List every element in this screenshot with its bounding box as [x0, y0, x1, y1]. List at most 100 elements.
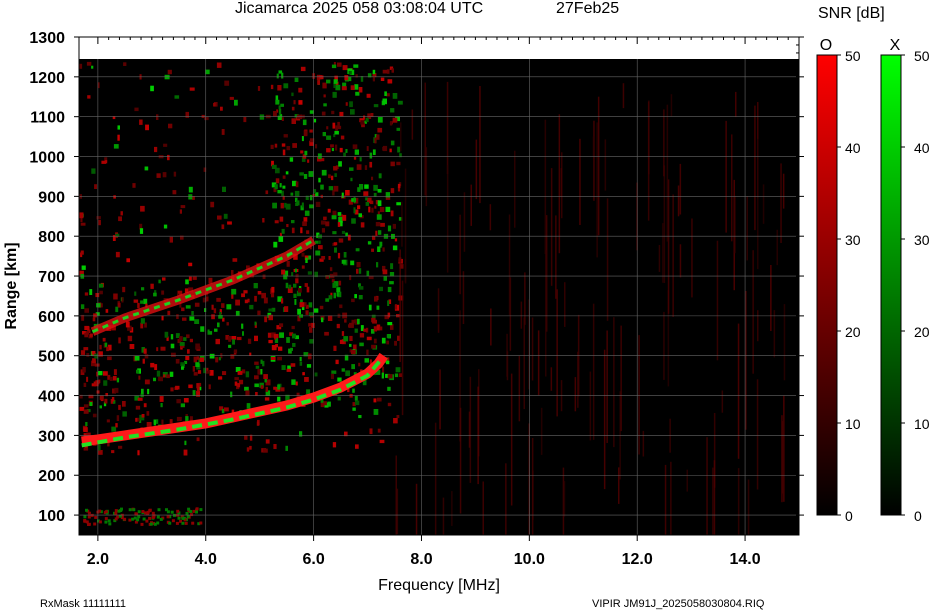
snr-pixel [359, 157, 362, 162]
snr-pixel [307, 353, 312, 360]
snr-pixel [355, 400, 360, 406]
snr-pixel [255, 392, 258, 396]
snr-pixel [246, 447, 250, 452]
noise-streak [475, 139, 478, 200]
colorbar-o-tick-label: 10 [845, 416, 861, 432]
snr-pixel [302, 221, 307, 226]
snr-pixel [333, 166, 338, 171]
noise-streak [550, 168, 553, 286]
snr-pixel [293, 293, 297, 298]
snr-pixel [372, 149, 376, 155]
snr-pixel [142, 358, 145, 364]
snr-pixel [170, 334, 174, 340]
snr-pixel [114, 509, 118, 513]
snr-pixel [128, 518, 132, 522]
noise-streak [560, 168, 563, 197]
snr-pixel [358, 87, 363, 93]
snr-pixel [117, 134, 120, 141]
snr-pixel [140, 300, 144, 304]
snr-pixel [113, 369, 117, 376]
snr-pixel [352, 388, 355, 393]
snr-pixel [85, 508, 88, 512]
noise-streak [731, 134, 733, 242]
snr-pixel [237, 371, 243, 375]
snr-pixel [164, 331, 169, 338]
snr-pixel [195, 362, 200, 367]
snr-pixel [108, 522, 112, 526]
snr-pixel [387, 300, 390, 306]
snr-pixel [98, 444, 101, 451]
noise-streak [754, 105, 756, 231]
snr-pixel [143, 298, 148, 305]
noise-streak [556, 289, 558, 417]
snr-pixel [348, 76, 352, 82]
snr-pixel [277, 396, 281, 402]
snr-pixel [298, 87, 303, 93]
snr-pixel [92, 413, 97, 418]
snr-pixel [176, 399, 181, 404]
noise-streak [537, 330, 540, 396]
snr-pixel [114, 387, 119, 393]
snr-pixel [333, 292, 336, 299]
snr-pixel [141, 414, 145, 418]
snr-pixel [112, 376, 117, 381]
snr-pixel [298, 288, 302, 293]
snr-pixel [277, 190, 282, 194]
snr-pixel [335, 84, 341, 91]
snr-pixel [355, 91, 360, 96]
snr-pixel [387, 322, 393, 326]
noise-streak [451, 491, 453, 526]
snr-pixel [191, 311, 194, 316]
snr-pixel [281, 228, 285, 234]
noise-streak [489, 204, 492, 231]
snr-pixel [231, 336, 237, 340]
snr-pixel [297, 308, 301, 315]
snr-pixel [125, 321, 130, 328]
noise-streak [752, 250, 754, 374]
snr-pixel [83, 447, 89, 451]
snr-pixel [323, 103, 327, 107]
snr-pixel [144, 379, 150, 385]
snr-pixel [278, 108, 282, 115]
noise-streak [666, 104, 669, 242]
snr-pixel [367, 241, 372, 245]
snr-pixel [116, 377, 120, 383]
snr-pixel [366, 349, 369, 356]
snr-pixel [87, 523, 90, 526]
noise-streak [663, 109, 665, 177]
y-tick-labels: 100 200 300 400 500 600 700 800 900 1000 1100 1200 1… [29, 30, 65, 525]
snr-pixel [330, 373, 334, 380]
noise-streak [713, 460, 716, 535]
snr-pixel [379, 286, 383, 292]
snr-pixel [183, 337, 187, 341]
snr-pixel [324, 331, 329, 336]
noise-streak [550, 367, 553, 391]
snr-pixel [89, 289, 93, 295]
snr-pixel [189, 338, 193, 343]
snr-pixel [375, 222, 381, 227]
snr-pixel [382, 69, 388, 74]
snr-pixel [222, 371, 227, 375]
snr-pixel [104, 520, 108, 524]
snr-pixel [143, 348, 147, 354]
noise-streak [737, 323, 740, 459]
snr-pixel [163, 143, 168, 147]
snr-pixel [94, 363, 100, 367]
snr-pixel [352, 407, 356, 411]
snr-pixel [208, 384, 211, 390]
snr-pixel [337, 377, 342, 382]
snr-pixel [396, 161, 401, 166]
noise-streak [622, 83, 625, 109]
snr-pixel [377, 116, 383, 123]
snr-pixel [392, 117, 398, 123]
snr-pixel [106, 346, 109, 352]
snr-pixel [244, 299, 248, 304]
snr-pixel [387, 374, 393, 379]
snr-pixel [309, 339, 314, 344]
snr-pixel [118, 216, 122, 222]
snr-pixel [84, 332, 88, 338]
snr-pixel [103, 380, 108, 386]
snr-pixel [374, 205, 377, 209]
snr-pixel [313, 308, 319, 313]
noise-streak [679, 163, 682, 215]
